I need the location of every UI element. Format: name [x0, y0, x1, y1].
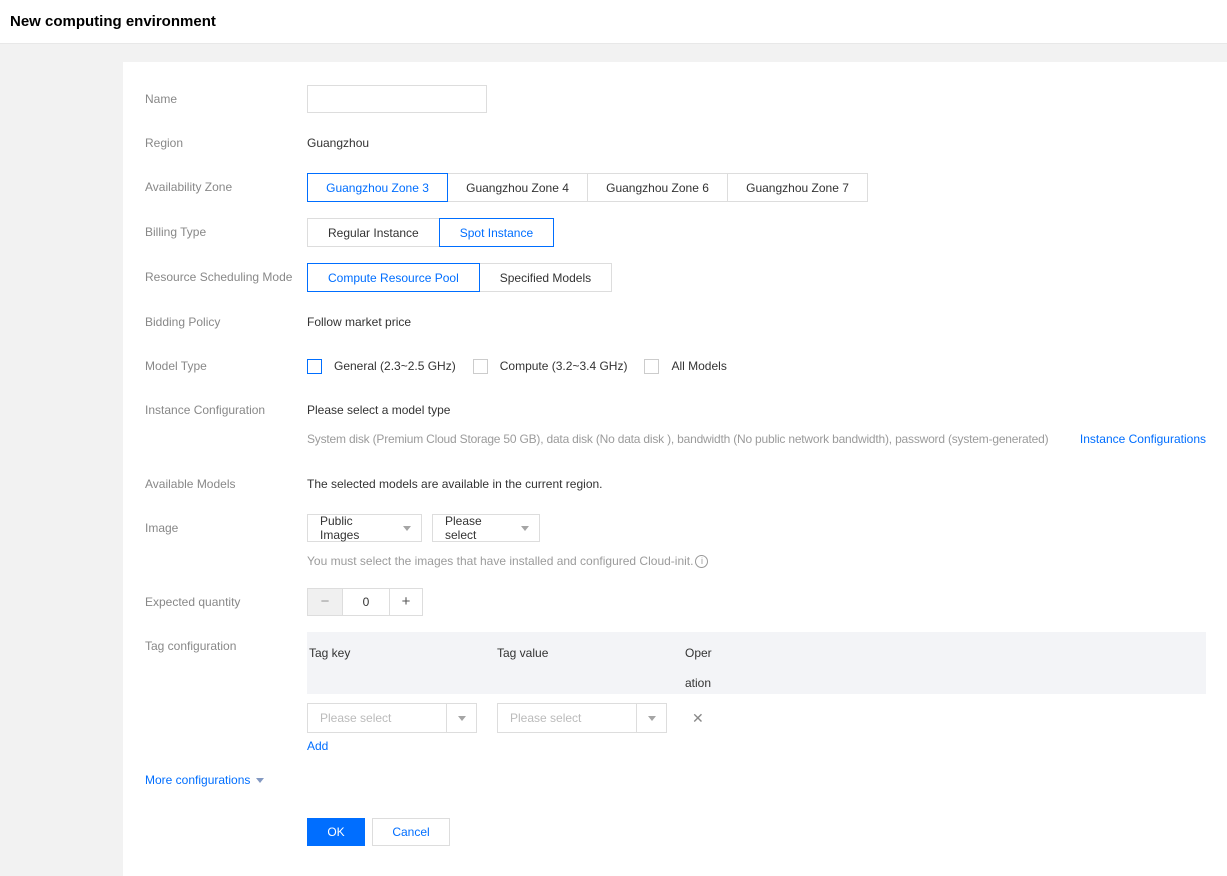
page-title: New computing environment	[10, 13, 216, 30]
form-row-name: Name	[145, 85, 1206, 113]
form-row-bidding-policy: Bidding Policy Follow market price	[145, 308, 1206, 336]
instance-configurations-link[interactable]: Instance Configurations	[1080, 432, 1206, 446]
checkbox-label: All Models	[671, 359, 726, 373]
more-configurations-link[interactable]: More configurations	[145, 773, 264, 787]
form-row-billing-type: Billing Type Regular Instance Spot Insta…	[145, 218, 1206, 247]
resource-scheduling-mode-label: Resource Scheduling Mode	[145, 263, 307, 291]
zone-option-guangzhou-zone-7[interactable]: Guangzhou Zone 7	[727, 173, 868, 202]
model-type-option-general[interactable]: General (2.3~2.5 GHz)	[307, 359, 456, 374]
tag-value-select[interactable]: Please select	[497, 703, 667, 733]
bidding-policy-label: Bidding Policy	[145, 308, 307, 336]
ok-button[interactable]: OK	[307, 818, 365, 846]
image-label: Image	[145, 514, 307, 542]
chevron-down-icon	[256, 778, 264, 783]
quantity-increase-button[interactable]: +	[389, 588, 423, 616]
instance-configuration-prompt: Please select a model type	[307, 396, 1206, 420]
chevron-down-icon	[521, 526, 529, 531]
name-label: Name	[145, 85, 307, 113]
form-row-image: Image Public Images Please select You mu…	[145, 514, 1206, 568]
checkbox-icon[interactable]	[307, 359, 322, 374]
image-select[interactable]: Please select	[432, 514, 540, 542]
chevron-down-icon	[446, 704, 476, 732]
checkbox-label: Compute (3.2~3.4 GHz)	[500, 359, 628, 373]
availability-zone-label: Availability Zone	[145, 173, 307, 201]
model-type-option-all-models[interactable]: All Models	[644, 359, 726, 374]
form-row-model-type: Model Type General (2.3~2.5 GHz) Compute…	[145, 352, 1206, 380]
checkbox-icon[interactable]	[644, 359, 659, 374]
image-note: You must select the images that have ins…	[307, 554, 693, 568]
model-type-option-compute[interactable]: Compute (3.2~3.4 GHz)	[473, 359, 628, 374]
tag-table-header: Tag key Tag value Operation	[307, 632, 1206, 694]
billing-option-regular-instance[interactable]: Regular Instance	[307, 218, 440, 247]
tag-row: Please select Please select ✕	[307, 703, 1206, 733]
image-type-select-value: Public Images	[308, 514, 403, 542]
form-row-available-models: Available Models The selected models are…	[145, 470, 1206, 498]
tag-configuration-label: Tag configuration	[145, 632, 307, 660]
chevron-down-icon	[636, 704, 666, 732]
scheduling-option-compute-resource-pool[interactable]: Compute Resource Pool	[307, 263, 480, 292]
instance-configuration-summary: System disk (Premium Cloud Storage 50 GB…	[307, 432, 1048, 446]
available-models-value: The selected models are available in the…	[307, 470, 1206, 498]
tag-key-select-value: Please select	[308, 711, 446, 725]
region-label: Region	[145, 129, 307, 157]
form-row-tag-configuration: Tag configuration Tag key Tag value Oper…	[145, 632, 1206, 753]
form-row-expected-quantity: Expected quantity − 0 +	[145, 588, 1206, 616]
form-row-availability-zone: Availability Zone Guangzhou Zone 3 Guang…	[145, 173, 1206, 202]
form-row-resource-scheduling-mode: Resource Scheduling Mode Compute Resourc…	[145, 263, 1206, 292]
billing-option-spot-instance[interactable]: Spot Instance	[439, 218, 554, 247]
expected-quantity-label: Expected quantity	[145, 588, 307, 616]
form-row-instance-configuration: Instance Configuration Please select a m…	[145, 396, 1206, 446]
zone-option-guangzhou-zone-6[interactable]: Guangzhou Zone 6	[587, 173, 728, 202]
region-value: Guangzhou	[307, 129, 1206, 157]
zone-option-guangzhou-zone-3[interactable]: Guangzhou Zone 3	[307, 173, 448, 202]
cancel-button[interactable]: Cancel	[372, 818, 450, 846]
tag-value-select-value: Please select	[498, 711, 636, 725]
billing-type-label: Billing Type	[145, 218, 307, 246]
operation-column-header: Operation	[685, 638, 718, 694]
info-icon[interactable]: i	[695, 555, 708, 568]
zone-option-guangzhou-zone-4[interactable]: Guangzhou Zone 4	[447, 173, 588, 202]
model-type-label: Model Type	[145, 352, 307, 380]
checkbox-label: General (2.3~2.5 GHz)	[334, 359, 456, 373]
form-row-region: Region Guangzhou	[145, 129, 1206, 157]
scheduling-option-specified-models[interactable]: Specified Models	[479, 263, 612, 292]
more-configurations-label: More configurations	[145, 773, 250, 787]
image-select-value: Please select	[433, 514, 521, 542]
chevron-down-icon	[403, 526, 411, 531]
add-tag-link[interactable]: Add	[307, 739, 328, 753]
quantity-value[interactable]: 0	[343, 588, 390, 616]
form-card: Name Region Guangzhou Availability Zone …	[123, 62, 1227, 876]
checkbox-icon[interactable]	[473, 359, 488, 374]
image-type-select[interactable]: Public Images	[307, 514, 422, 542]
available-models-label: Available Models	[145, 470, 307, 498]
tag-key-select[interactable]: Please select	[307, 703, 477, 733]
delete-tag-row-icon[interactable]: ✕	[692, 711, 704, 725]
quantity-decrease-button[interactable]: −	[307, 588, 343, 616]
name-input[interactable]	[307, 85, 487, 113]
page-header: New computing environment	[0, 0, 1227, 44]
tag-value-column-header: Tag value	[497, 638, 685, 694]
tag-key-column-header: Tag key	[307, 638, 497, 694]
bidding-policy-value: Follow market price	[307, 308, 1206, 336]
instance-configuration-label: Instance Configuration	[145, 396, 307, 424]
